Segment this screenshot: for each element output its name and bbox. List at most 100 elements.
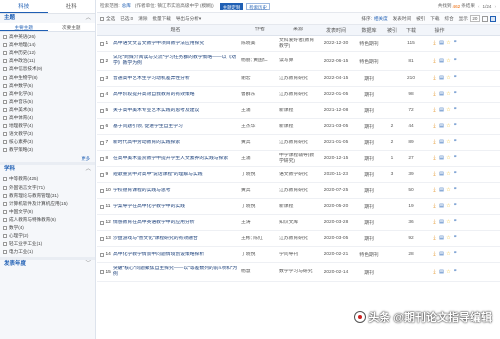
download-icon[interactable]: ⤓ — [432, 92, 437, 97]
read-icon[interactable]: ▤ — [439, 124, 444, 129]
batch-download-button[interactable]: 批量下载 — [152, 16, 170, 22]
article-title-link[interactable]: 沙盘游戏与“善文化”课程研究的有效融合 — [113, 236, 241, 242]
row-checkbox[interactable] — [100, 220, 104, 225]
download-icon[interactable]: ⤓ — [432, 236, 437, 241]
star-icon[interactable]: ☆ — [446, 76, 451, 81]
row-checkbox[interactable] — [100, 172, 104, 177]
sidebar-filter-item[interactable]: 成人教育与特殊教育(6) — [3, 216, 95, 224]
article-source[interactable]: 新课程 — [279, 124, 317, 130]
sidebar-filter-item[interactable]: 高中信息技术(9) — [3, 65, 95, 73]
export-dropdown[interactable]: 导出与分析 ▾ — [176, 16, 201, 22]
star-icon[interactable]: ☆ — [446, 188, 451, 193]
download-icon[interactable]: ⤓ — [432, 188, 437, 193]
row-checkbox[interactable] — [100, 270, 104, 274]
download-icon[interactable]: ⤓ — [432, 269, 437, 275]
quote-icon[interactable]: ❞ — [453, 236, 458, 241]
read-icon[interactable]: ▤ — [439, 76, 444, 81]
article-author[interactable]: 鲁群东 — [241, 92, 279, 98]
star-icon[interactable]: ☆ — [446, 108, 451, 113]
select-all-checkbox[interactable] — [100, 16, 104, 21]
article-title-link[interactable]: 短歌重赏中对高中“说话课程”的理解与实践 — [113, 172, 241, 178]
download-icon[interactable]: ⤓ — [432, 156, 437, 161]
star-icon[interactable]: ☆ — [446, 172, 451, 177]
topic-custom-button[interactable]: 主题定制 — [219, 2, 244, 10]
article-source[interactable]: 知识文库 — [279, 220, 317, 226]
article-source[interactable]: 学问导刊 — [279, 252, 317, 258]
download-icon[interactable]: ⤓ — [432, 41, 437, 46]
search-history-button[interactable]: 检索历史 — [246, 2, 270, 10]
article-title-link[interactable]: 试论“跨媒介阅读与交流”学习任务群的教学策略——以《劝学》教学为例 — [113, 55, 241, 67]
sidebar-filter-item[interactable]: 高中数学(6) — [3, 82, 95, 90]
header-cited[interactable]: 被引 — [383, 27, 401, 34]
article-downloads[interactable]: 89 — [401, 140, 421, 145]
article-source[interactable]: 江苏教育研究 — [279, 92, 317, 98]
row-checkbox[interactable] — [100, 252, 104, 257]
sidebar-filter-item[interactable]: 中等教育(425) — [3, 175, 95, 183]
download-icon[interactable]: ⤓ — [432, 220, 437, 225]
filter-checkbox[interactable] — [3, 193, 7, 198]
article-cited[interactable]: 2 — [383, 140, 401, 145]
star-icon[interactable]: ☆ — [446, 41, 451, 46]
sidebar-filter-item[interactable]: 高中生物学(8) — [3, 73, 95, 81]
row-checkbox[interactable] — [100, 108, 104, 113]
read-icon[interactable]: ▤ — [439, 92, 444, 97]
sort-cited[interactable]: 被引 — [416, 16, 425, 22]
read-icon[interactable]: ▤ — [439, 252, 444, 257]
sort-overall[interactable]: 综合 — [444, 16, 453, 22]
tab-main-topic[interactable]: 主要主题 — [0, 23, 48, 31]
filter-checkbox[interactable] — [3, 115, 7, 120]
chevron-down-icon[interactable]: ﹀ — [85, 260, 91, 269]
filter-checkbox[interactable] — [3, 107, 7, 112]
article-author[interactable]: 王涌 — [241, 156, 279, 162]
sort-date[interactable]: 发表时间 — [393, 16, 411, 22]
filter-checkbox[interactable] — [3, 226, 7, 231]
article-source[interactable]: 江苏教育研究 — [279, 140, 317, 146]
article-title-link[interactable]: 高中阶段提升高效自我教育的有效策略 — [113, 92, 241, 98]
article-cited[interactable]: 3 — [383, 172, 401, 177]
sidebar-filter-item[interactable]: 高中化学(5) — [3, 90, 95, 98]
scope-value[interactable]: 总库 — [122, 3, 131, 9]
article-downloads[interactable]: 81 — [401, 59, 421, 64]
tab-science[interactable]: 科技 — [0, 0, 48, 13]
year-section-header[interactable]: 发表年度 ﹀ — [0, 260, 95, 269]
select-all[interactable]: 全选 — [100, 16, 115, 22]
article-author[interactable]: 丁晓悦 — [241, 172, 279, 178]
article-source[interactable]: 新课程 — [279, 204, 317, 210]
download-icon[interactable]: ⤓ — [432, 204, 437, 209]
header-date[interactable]: 发表时间 — [317, 27, 355, 34]
filter-checkbox[interactable] — [3, 91, 7, 96]
row-checkbox[interactable] — [100, 140, 104, 145]
article-title-link[interactable]: 学案导学在高中化学教学中的实践 — [113, 204, 241, 210]
sidebar-filter-item[interactable]: 轻工业手工业(1) — [3, 240, 95, 248]
article-author[interactable]: 黄兵 — [241, 140, 279, 146]
article-title-link[interactable]: 突破“核心”问题聚焦自主探究——以“等差数列的前n项和”为例 — [113, 266, 241, 278]
article-downloads[interactable]: 39 — [401, 172, 421, 177]
quote-icon[interactable]: ❞ — [453, 172, 458, 177]
article-downloads[interactable]: 115 — [401, 41, 421, 46]
article-source[interactable]: 江苏教育研究 — [279, 236, 317, 242]
article-cited[interactable]: 1 — [383, 156, 401, 161]
download-icon[interactable]: ⤓ — [432, 172, 437, 177]
download-icon[interactable]: ⤓ — [432, 108, 437, 113]
sidebar-filter-item[interactable]: 高中历史(12) — [3, 49, 95, 57]
article-cited[interactable]: 2 — [383, 124, 401, 129]
sidebar-filter-item[interactable]: 高中音乐(5) — [3, 98, 95, 106]
article-downloads[interactable]: 36 — [401, 220, 421, 225]
sidebar-filter-item[interactable]: 心理学(2) — [3, 232, 95, 240]
read-icon[interactable]: ▤ — [439, 58, 444, 64]
download-icon[interactable]: ⤓ — [432, 124, 437, 129]
filter-checkbox[interactable] — [3, 250, 7, 255]
sidebar-filter-item[interactable]: 计算机软件及计算机应用(15) — [3, 200, 95, 208]
filter-checkbox[interactable] — [3, 185, 7, 190]
download-icon[interactable]: ⤓ — [432, 140, 437, 145]
chevron-up-icon[interactable]: ︿ — [85, 165, 91, 174]
row-checkbox[interactable] — [100, 156, 104, 161]
filter-checkbox[interactable] — [3, 242, 7, 247]
quote-icon[interactable]: ❞ — [453, 124, 458, 129]
filter-checkbox[interactable] — [3, 234, 7, 239]
star-icon[interactable]: ☆ — [446, 252, 451, 257]
star-icon[interactable]: ☆ — [446, 124, 451, 129]
article-title-link[interactable]: 高中化学教学情景中问题情境创设策略探析 — [113, 252, 241, 258]
download-icon[interactable]: ⤓ — [432, 76, 437, 81]
star-icon[interactable]: ☆ — [446, 156, 451, 161]
